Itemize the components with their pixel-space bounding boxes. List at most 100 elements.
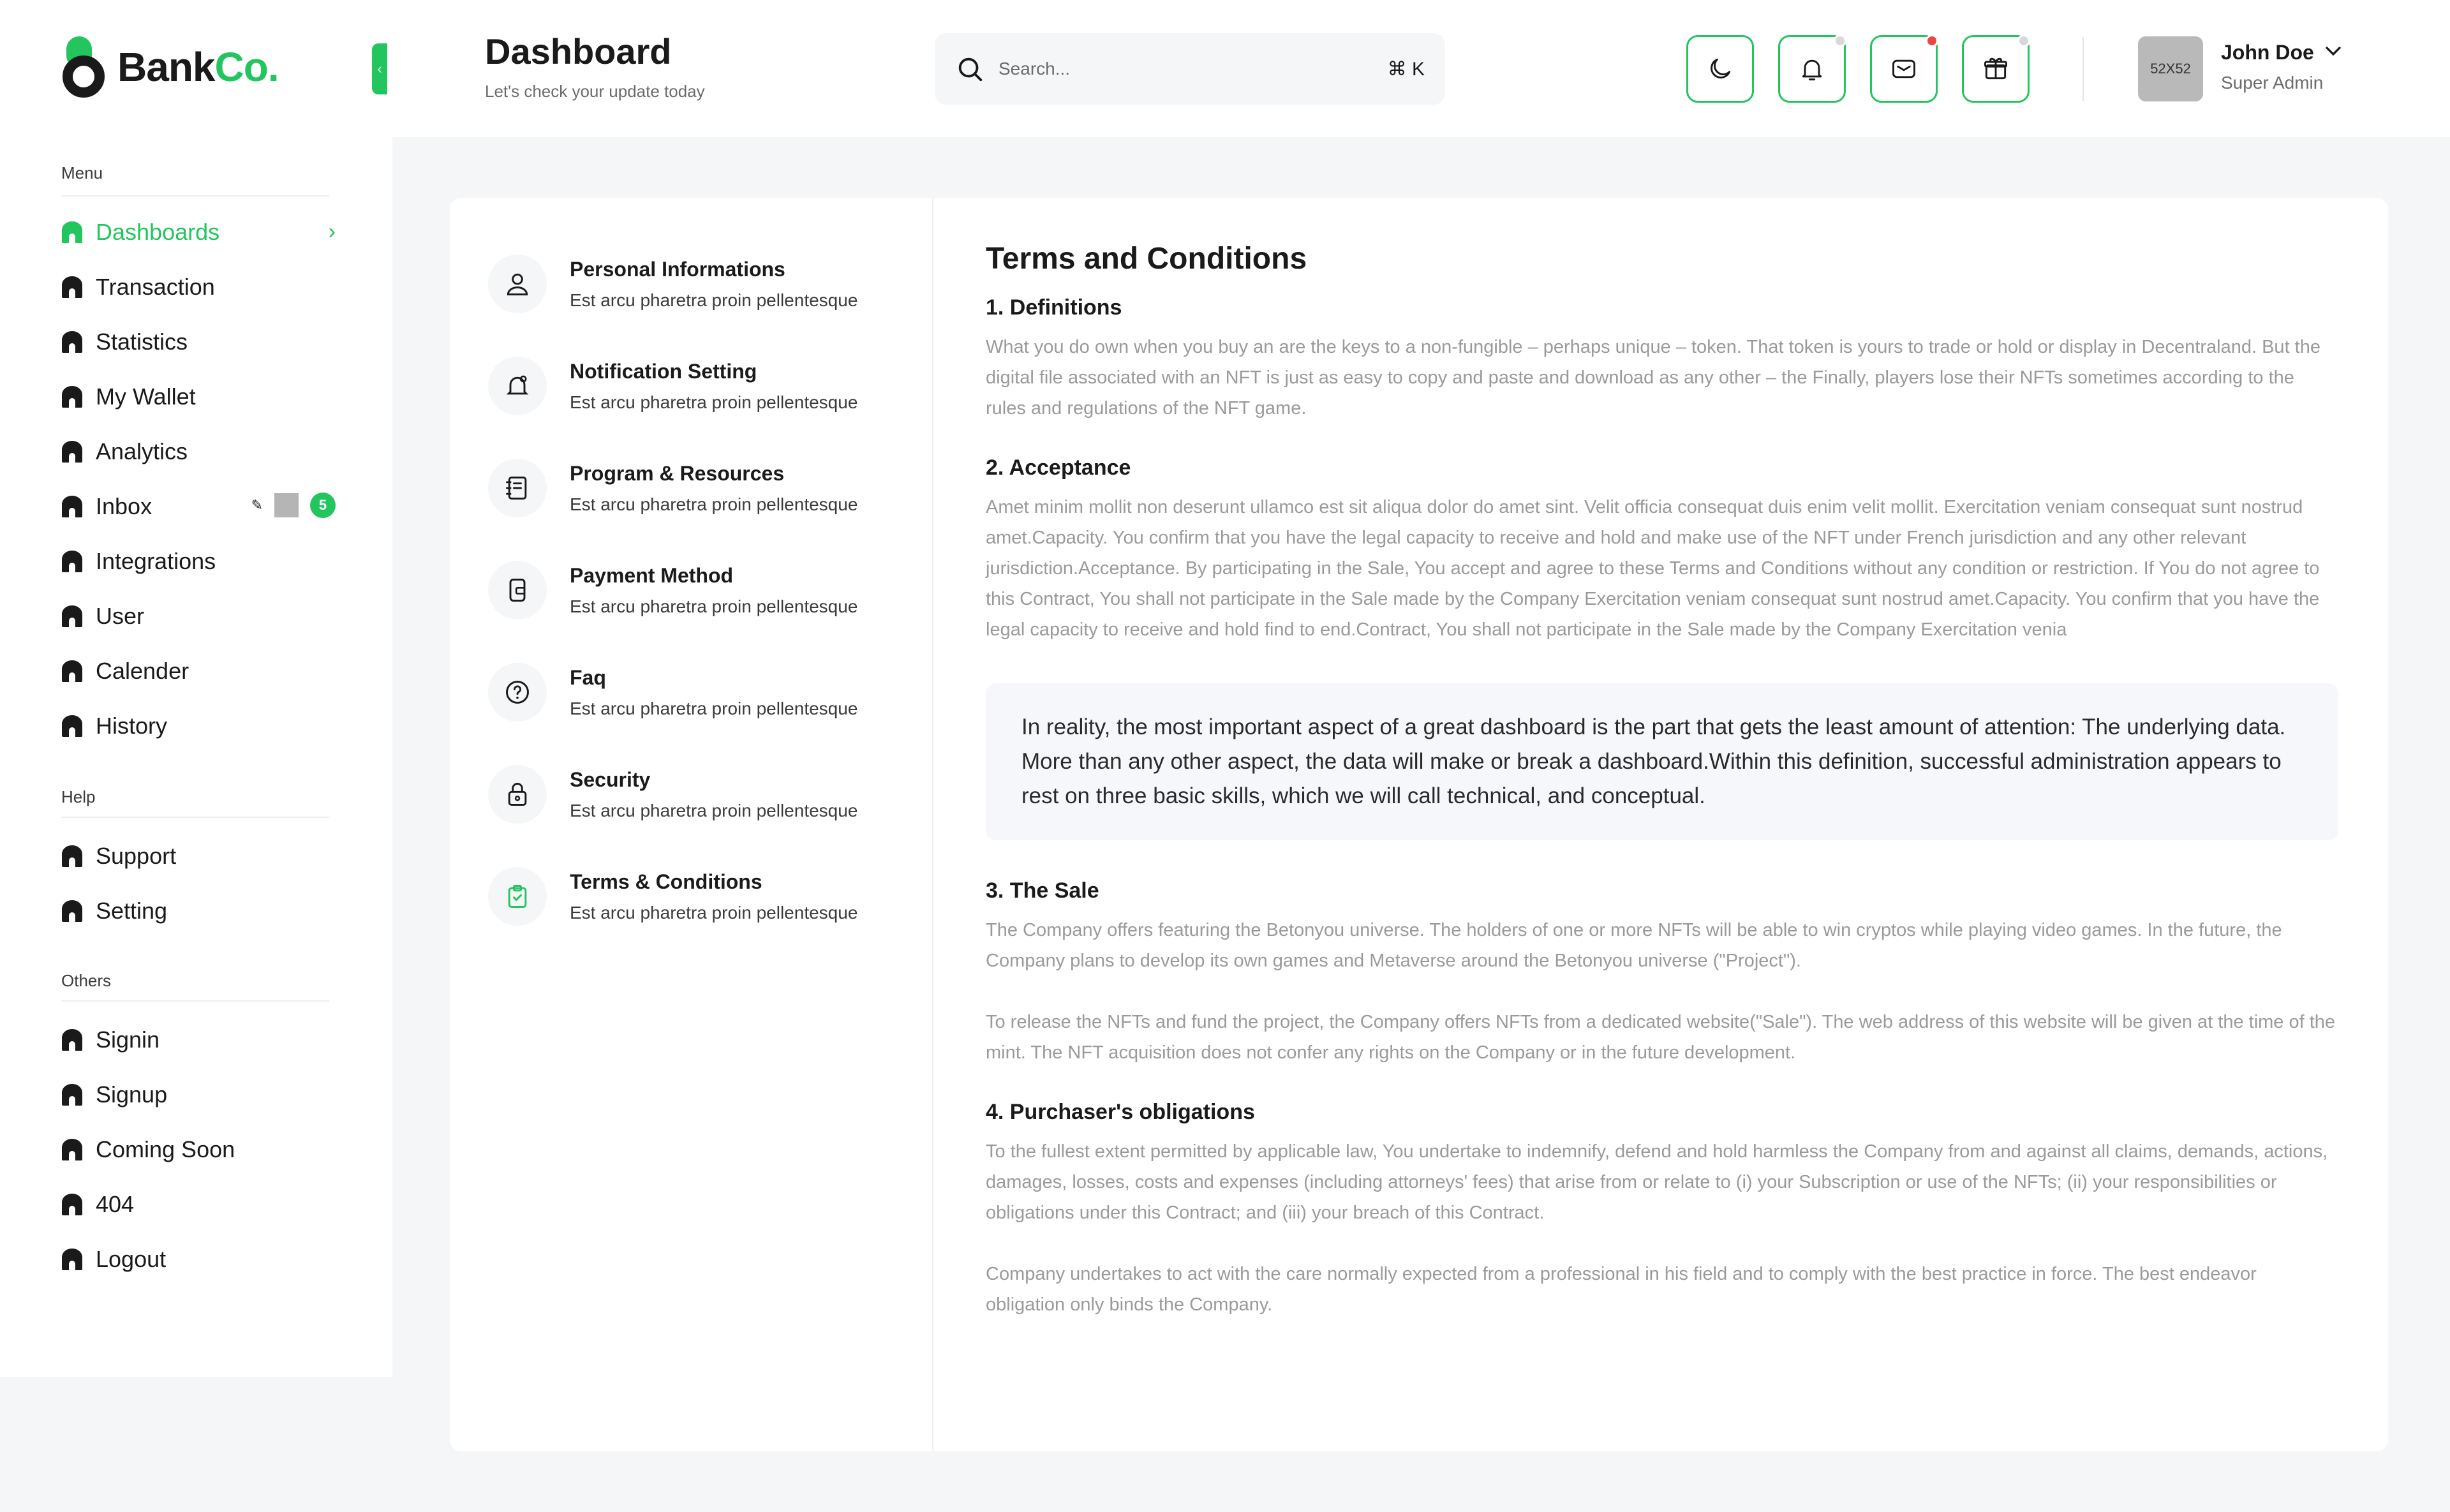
nav-item-support[interactable]: Support bbox=[61, 837, 336, 875]
nav-item-user[interactable]: User bbox=[61, 597, 336, 635]
nav-label: Logout bbox=[96, 1246, 167, 1272]
settings-item-title: Security bbox=[570, 767, 651, 791]
page-subtitle: Let's check your update today bbox=[485, 82, 705, 101]
nav-label: Signup bbox=[96, 1081, 168, 1108]
settings-item-personal[interactable]: Personal Informations Est arcu pharetra p… bbox=[488, 249, 909, 319]
clipboard-check-icon bbox=[488, 867, 547, 926]
divider bbox=[61, 195, 329, 196]
gift-icon bbox=[1984, 57, 2007, 80]
section-body: The Company offers featuring the Betonyo… bbox=[986, 920, 2282, 971]
nav-section-menu: Menu bbox=[61, 163, 103, 182]
nav-item-dashboards[interactable]: Dashboards › bbox=[61, 213, 336, 251]
search-bar[interactable]: ⌘ K bbox=[935, 33, 1445, 105]
settings-item-payment[interactable]: Payment Method Est arcu pharetra proin pe… bbox=[488, 555, 909, 625]
nav-item-coming-soon[interactable]: Coming Soon bbox=[61, 1130, 336, 1169]
nav-item-signin[interactable]: Signin bbox=[61, 1021, 336, 1059]
nav-label: Transaction bbox=[96, 274, 215, 300]
settings-menu: Personal Informations Est arcu pharetra p… bbox=[450, 198, 933, 1451]
nav-item-calender[interactable]: Calender bbox=[61, 652, 336, 690]
section-heading: 4. Purchaser's obligations bbox=[986, 1100, 1255, 1124]
collapse-sidebar-button[interactable]: ‹ bbox=[372, 43, 387, 94]
nav-label: Support bbox=[96, 843, 177, 869]
messages-button[interactable] bbox=[1870, 34, 1938, 103]
divider bbox=[61, 817, 329, 818]
quote-text: In reality, the most important aspect of… bbox=[1021, 715, 2286, 808]
nav-item-inbox[interactable]: Inbox ✎ 5 bbox=[61, 487, 336, 526]
nav-item-404[interactable]: 404 bbox=[61, 1185, 336, 1224]
nav-section-help: Help bbox=[61, 787, 96, 806]
nav-label: My Wallet bbox=[96, 383, 196, 410]
nav-item-logout[interactable]: Logout bbox=[61, 1240, 336, 1279]
settings-item-subtitle: Est arcu pharetra proin pellentesque bbox=[570, 290, 858, 310]
nav-label: Statistics bbox=[96, 329, 188, 355]
home-icon bbox=[61, 1028, 83, 1051]
brand-logo[interactable]: BankCo. bbox=[63, 35, 279, 99]
section-body: To the fullest extent permitted by appli… bbox=[986, 1141, 2328, 1223]
divider bbox=[61, 1000, 329, 1002]
home-icon bbox=[61, 1083, 83, 1106]
settings-item-subtitle: Est arcu pharetra proin pellentesque bbox=[570, 800, 858, 820]
section-body: Company undertakes to act with the care … bbox=[986, 1264, 2257, 1315]
nav-section-others: Others bbox=[61, 971, 112, 990]
avatar[interactable]: 52X52 bbox=[2138, 36, 2203, 101]
settings-item-title: Terms & Conditions bbox=[570, 870, 762, 893]
terms-content: Terms and Conditions 1. Definitions What… bbox=[986, 241, 2338, 1320]
nav-label: User bbox=[96, 603, 145, 629]
home-icon bbox=[61, 660, 83, 683]
chevron-right-icon: › bbox=[328, 219, 336, 244]
nav-label: Dashboards bbox=[96, 219, 220, 245]
settings-item-title: Notification Setting bbox=[570, 359, 757, 383]
settings-item-program[interactable]: Program & Resources Est arcu pharetra pro… bbox=[488, 453, 909, 523]
logo-icon bbox=[63, 36, 108, 98]
nav-item-transaction[interactable]: Transaction bbox=[61, 268, 336, 306]
home-icon bbox=[61, 605, 83, 628]
page-title: Dashboard bbox=[485, 31, 672, 71]
nav-item-integrations[interactable]: Integrations bbox=[61, 542, 336, 581]
nav-item-my-wallet[interactable]: My Wallet bbox=[61, 378, 336, 416]
settings-item-title: Payment Method bbox=[570, 563, 734, 587]
settings-item-subtitle: Est arcu pharetra proin pellentesque bbox=[570, 902, 858, 923]
nav-item-statistics[interactable]: Statistics bbox=[61, 323, 336, 361]
nav-item-analytics[interactable]: Analytics bbox=[61, 433, 336, 471]
top-header: Dashboard Let's check your update today … bbox=[392, 0, 2450, 137]
nav-label: Inbox bbox=[96, 493, 152, 519]
divider bbox=[2082, 37, 2084, 101]
nav-item-history[interactable]: History bbox=[61, 707, 336, 745]
nav-item-signup[interactable]: Signup bbox=[61, 1076, 336, 1114]
home-icon bbox=[61, 1248, 83, 1271]
notifications-button[interactable] bbox=[1778, 34, 1846, 103]
settings-item-faq[interactable]: Faq Est arcu pharetra proin pellentesque bbox=[488, 657, 909, 727]
home-icon bbox=[61, 900, 83, 923]
settings-item-subtitle: Est arcu pharetra proin pellentesque bbox=[570, 494, 858, 514]
home-icon bbox=[61, 330, 83, 353]
bell-settings-icon bbox=[488, 357, 547, 415]
search-icon bbox=[958, 57, 983, 82]
mini-avatar bbox=[274, 493, 299, 517]
user-role: Super Admin bbox=[2221, 73, 2324, 93]
user-name: John Doe bbox=[2221, 41, 2314, 64]
unread-count-badge: 5 bbox=[310, 493, 336, 518]
nav-label: 404 bbox=[96, 1191, 135, 1217]
message-icon bbox=[1892, 59, 1915, 78]
settings-item-subtitle: Est arcu pharetra proin pellentesque bbox=[570, 698, 858, 718]
gifts-button[interactable] bbox=[1962, 34, 2030, 103]
nav-label: Signin bbox=[96, 1027, 160, 1053]
home-icon bbox=[61, 385, 83, 408]
theme-toggle-button[interactable] bbox=[1686, 35, 1754, 103]
nav-item-setting[interactable]: Setting bbox=[61, 892, 336, 930]
settings-item-notification[interactable]: Notification Setting Est arcu pharetra pr… bbox=[488, 351, 909, 421]
chevron-down-icon[interactable] bbox=[2320, 38, 2346, 64]
moon-icon bbox=[1711, 58, 1731, 78]
home-icon bbox=[61, 1193, 83, 1216]
search-input[interactable] bbox=[999, 59, 1388, 79]
settings-item-subtitle: Est arcu pharetra proin pellentesque bbox=[570, 392, 858, 412]
settings-item-terms[interactable]: Terms & Conditions Est arcu pharetra proi… bbox=[488, 861, 909, 931]
unread-message-dot bbox=[1926, 34, 1938, 47]
background-strip bbox=[122, 1377, 392, 1512]
settings-item-title: Personal Informations bbox=[570, 257, 785, 281]
section-body: What you do own when you buy an are the … bbox=[986, 337, 2320, 419]
settings-item-security[interactable]: Security Est arcu pharetra proin pellente… bbox=[488, 759, 909, 829]
nav-label: Integrations bbox=[96, 548, 216, 574]
settings-card: Personal Informations Est arcu pharetra p… bbox=[450, 198, 2388, 1451]
sidebar: BankCo. ‹ Menu Dashboards › Transaction … bbox=[0, 0, 392, 1377]
